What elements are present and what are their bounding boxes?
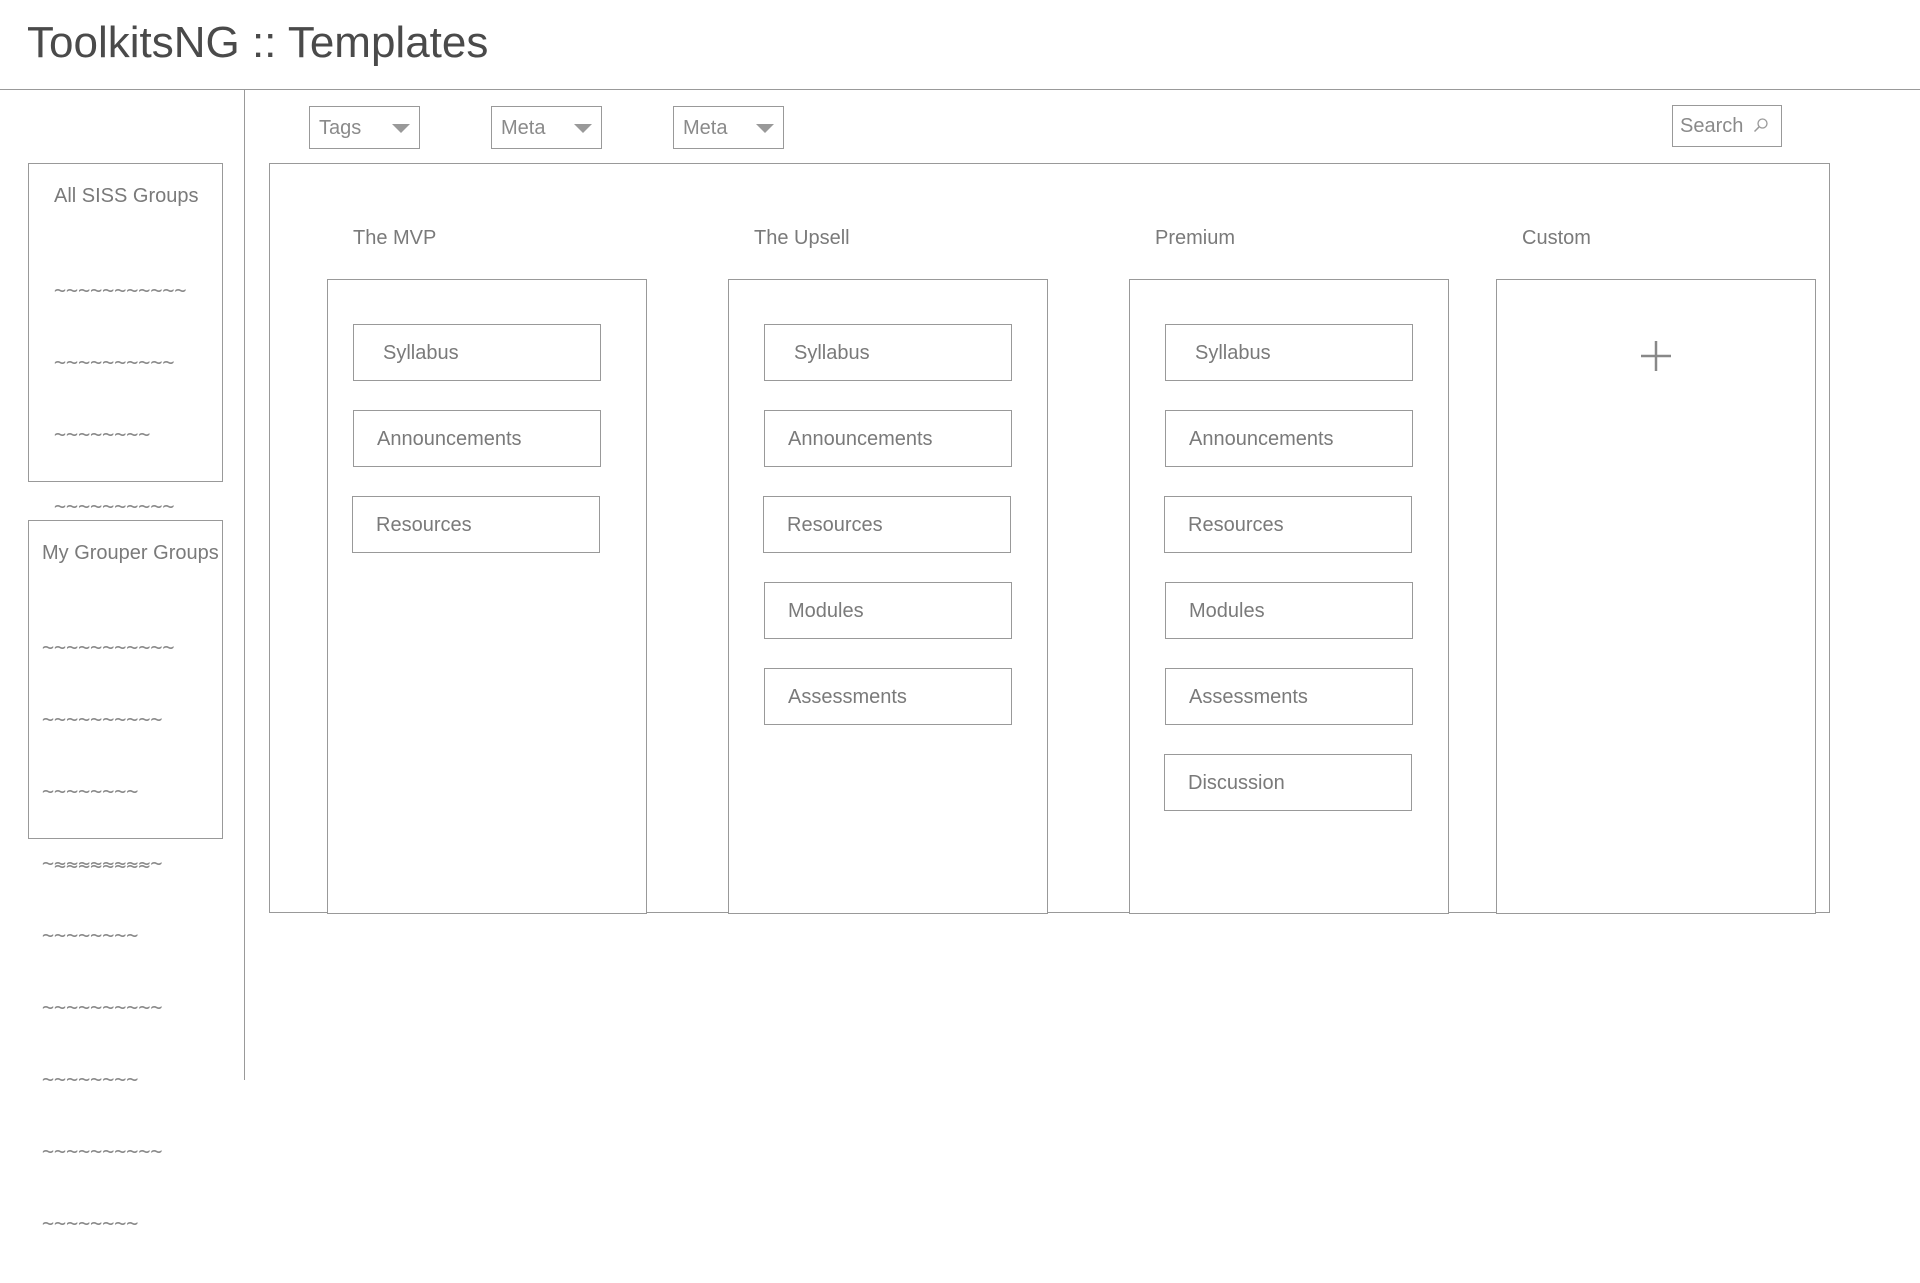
all-siss-groups-panel: All SISS Groups ~~~~~~~~~~~ ~~~~~~~~~~ ~… [28, 163, 223, 878]
list-item[interactable]: ~~~~~~~~ [42, 779, 174, 803]
template-title-custom: Custom [1522, 227, 1591, 249]
search-input[interactable]: Search [1672, 105, 1782, 147]
triangle-down-icon [392, 124, 410, 133]
template-item-label: Modules [788, 600, 864, 622]
template-item[interactable]: Syllabus [764, 324, 1012, 381]
list-item[interactable]: ~~~~~~~~~~ [42, 1139, 174, 1163]
template-item-label: Resources [376, 514, 472, 536]
template-item-label: Syllabus [1195, 342, 1271, 364]
meta-dropdown-label: Meta [501, 117, 546, 139]
meta-dropdown-1[interactable]: Meta [491, 106, 602, 149]
template-item-label: Syllabus [794, 342, 870, 364]
template-item-label: Syllabus [383, 342, 459, 364]
list-item[interactable]: ~~~~~~~~~~~ [54, 278, 186, 302]
list-item[interactable]: ~~~~~~~~ [42, 923, 174, 947]
template-title-mvp: The MVP [353, 227, 437, 249]
template-item[interactable]: Announcements [353, 410, 601, 467]
template-item[interactable]: Modules [1165, 582, 1413, 639]
tags-dropdown-label: Tags [319, 117, 362, 139]
list-item[interactable]: ~~~~~~~~~~~ [42, 635, 174, 659]
template-item-label: Resources [1188, 514, 1284, 536]
template-item[interactable]: Discussion [1164, 754, 1412, 811]
template-card-custom[interactable] [1496, 279, 1816, 914]
template-item[interactable]: Syllabus [1165, 324, 1413, 381]
list-item[interactable]: ~~~~~~~~~~ [54, 350, 186, 374]
sidebar-divider [244, 90, 245, 1080]
list-item[interactable]: ~~~~~~~~ [42, 1211, 174, 1235]
header-divider [0, 89, 1920, 90]
meta-dropdown-2[interactable]: Meta [673, 106, 784, 149]
template-item[interactable]: Resources [1164, 496, 1412, 553]
list-item[interactable]: ~~~~~~~~~~ [54, 494, 186, 518]
template-title-premium: Premium [1155, 227, 1236, 249]
all-siss-groups-title: All SISS Groups [54, 185, 199, 207]
template-item[interactable]: Modules [764, 582, 1012, 639]
search-placeholder: Search [1680, 115, 1744, 137]
tags-dropdown[interactable]: Tags [309, 106, 420, 149]
template-title-upsell: The Upsell [754, 227, 850, 249]
template-item-label: Announcements [788, 428, 933, 450]
meta-dropdown-label: Meta [683, 117, 728, 139]
list-item[interactable]: ~~~~~~~~~~ [42, 851, 174, 875]
template-item-label: Modules [1189, 600, 1265, 622]
template-item[interactable]: Resources [352, 496, 600, 553]
template-item[interactable]: Resources [763, 496, 1011, 553]
plus-icon[interactable] [1640, 340, 1672, 372]
my-grouper-groups-list[interactable]: ~~~~~~~~~~~ ~~~~~~~~~~ ~~~~~~~~ ~~~~~~~~… [42, 587, 174, 1283]
triangle-down-icon [756, 124, 774, 133]
template-item[interactable]: Assessments [764, 668, 1012, 725]
template-item[interactable]: Assessments [1165, 668, 1413, 725]
template-item[interactable]: Syllabus [353, 324, 601, 381]
page-title: ToolkitsNG :: Templates [27, 18, 489, 67]
template-item-label: Announcements [377, 428, 522, 450]
list-item[interactable]: ~~~~~~~~~~ [42, 995, 174, 1019]
list-item[interactable]: ~~~~~~~~~~ [42, 707, 174, 731]
template-item-label: Announcements [1189, 428, 1334, 450]
list-item[interactable]: ~~~~~~~~ [54, 422, 186, 446]
template-item[interactable]: Announcements [764, 410, 1012, 467]
template-item-label: Resources [787, 514, 883, 536]
template-item[interactable]: Announcements [1165, 410, 1413, 467]
templates-panel: The MVP Syllabus Announcements Resources… [269, 163, 1830, 914]
template-item-label: Assessments [788, 686, 907, 708]
template-item-label: Discussion [1188, 772, 1285, 794]
search-icon[interactable] [1753, 117, 1769, 133]
my-grouper-groups-panel: My Grouper Groups ~~~~~~~~~~~ ~~~~~~~~~~… [28, 520, 223, 1235]
my-grouper-groups-title: My Grouper Groups [42, 542, 219, 564]
list-item[interactable]: ~~~~~~~~ [42, 1067, 174, 1091]
triangle-down-icon [574, 124, 592, 133]
template-item-label: Assessments [1189, 686, 1308, 708]
